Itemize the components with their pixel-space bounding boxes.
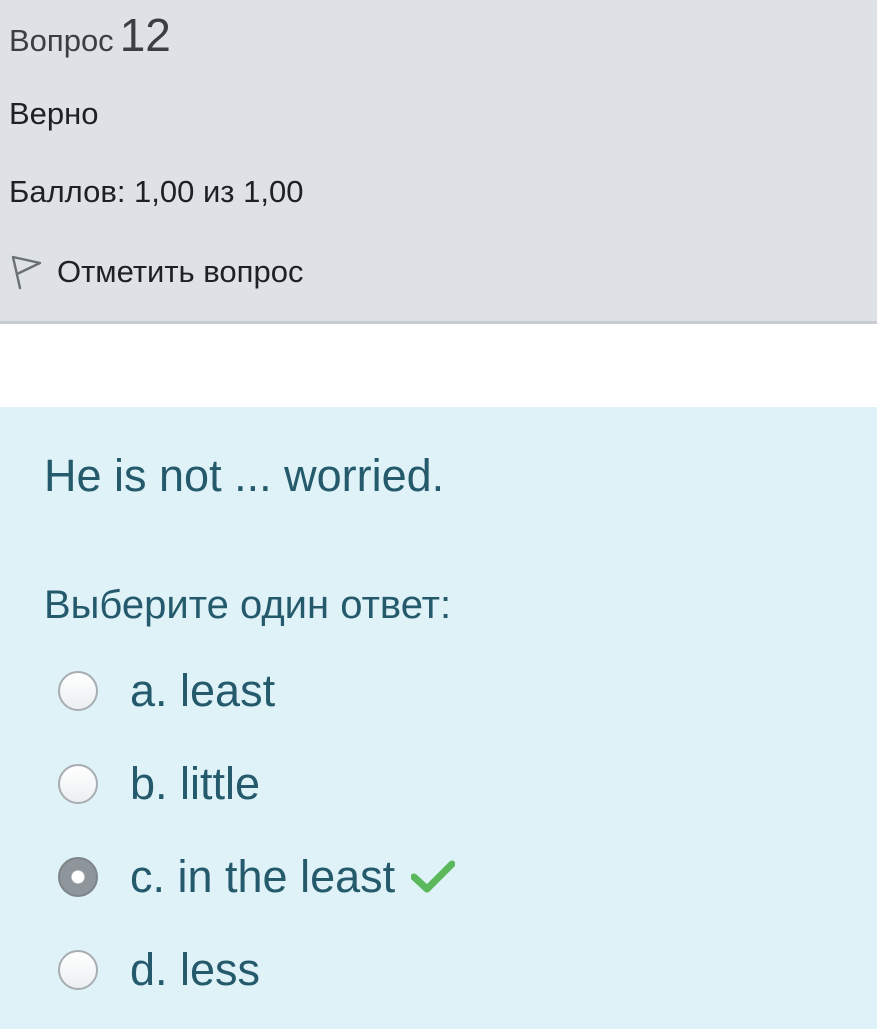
answer-label: b. little xyxy=(130,758,261,809)
question-state: Верно xyxy=(9,96,99,131)
answer-label: d. less xyxy=(130,944,261,995)
answer-label: c. in the least xyxy=(130,851,396,902)
question-label: Вопрос xyxy=(9,23,114,58)
answer-option-c[interactable]: c. in the least xyxy=(58,851,456,903)
question-number: 12 xyxy=(119,9,171,61)
flag-question-label: Отметить вопрос xyxy=(57,254,304,289)
radio-button[interactable] xyxy=(58,764,98,804)
question-info-panel: Вопрос 12 Верно Баллов: 1,00 из 1,00 Отме… xyxy=(0,0,877,324)
check-icon xyxy=(411,860,456,893)
question-content-panel: He is not ... worried. Выберите один отв… xyxy=(0,407,877,1029)
answer-label: a. least xyxy=(130,665,276,716)
answer-option-b[interactable]: b. little xyxy=(58,758,260,810)
radio-button[interactable] xyxy=(58,950,98,990)
question-number-heading: Вопрос 12 xyxy=(9,8,171,62)
answer-option-a[interactable]: a. least xyxy=(58,665,275,717)
question-grade: Баллов: 1,00 из 1,00 xyxy=(9,174,304,209)
flag-outline-icon xyxy=(11,255,42,290)
answer-prompt: Выберите один ответ: xyxy=(44,583,452,627)
radio-button-selected[interactable] xyxy=(58,857,98,897)
answer-option-d[interactable]: d. less xyxy=(58,944,260,996)
radio-button[interactable] xyxy=(58,671,98,711)
question-text: He is not ... worried. xyxy=(44,450,445,501)
flag-question-link[interactable]: Отметить вопрос xyxy=(9,254,303,290)
